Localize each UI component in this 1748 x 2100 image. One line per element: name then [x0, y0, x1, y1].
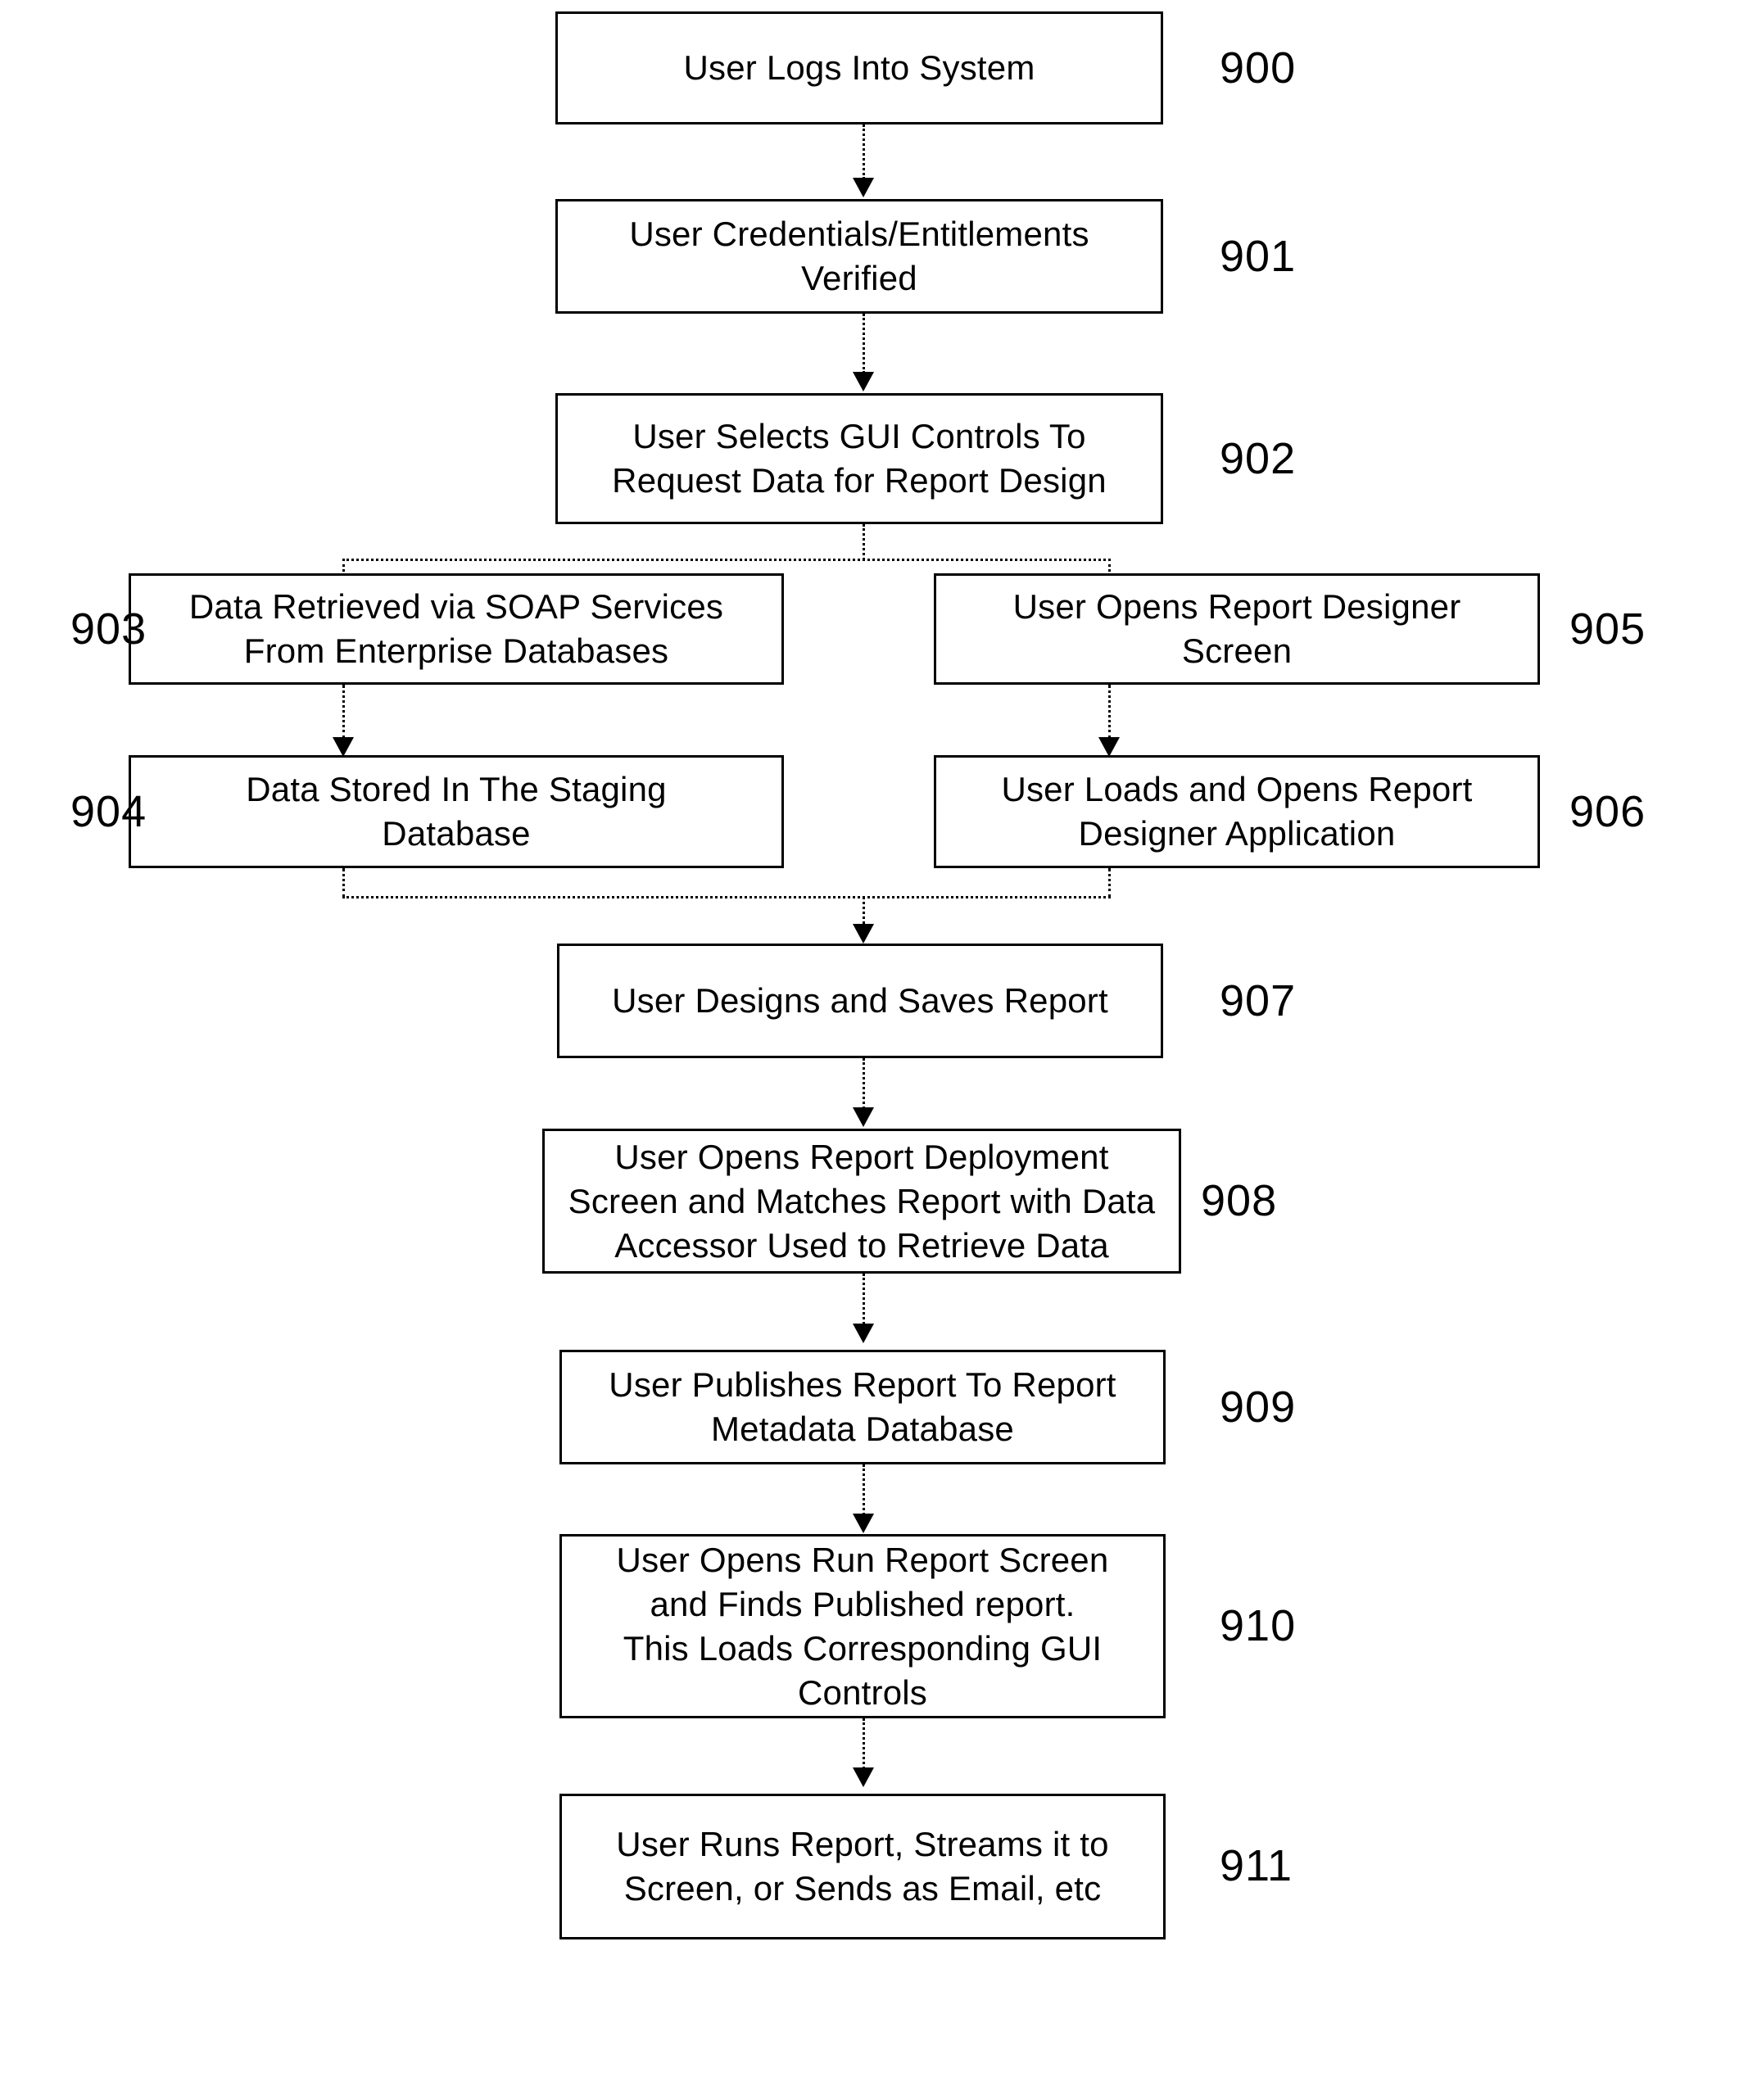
flow-node-901: User Credentials/Entitlements Verified — [555, 199, 1163, 314]
flow-node-910: User Opens Run Report Screen and Finds P… — [559, 1534, 1166, 1718]
connector-905-906 — [1108, 685, 1111, 739]
connector-902-split-stem — [863, 524, 865, 560]
flow-node-900: User Logs Into System — [555, 11, 1163, 124]
flow-ref-909: 909 — [1220, 1383, 1297, 1432]
arrowhead-907-908 — [853, 1107, 874, 1127]
flow-ref-910: 910 — [1220, 1601, 1297, 1650]
arrowhead-900-901 — [853, 178, 874, 197]
arrowhead-908-909 — [853, 1324, 874, 1343]
flow-node-911-text: User Runs Report, Streams it to Screen, … — [616, 1825, 1109, 1908]
flow-node-907: User Designs and Saves Report — [557, 944, 1163, 1058]
connector-908-909 — [863, 1274, 865, 1324]
flow-ref-905: 905 — [1569, 604, 1646, 654]
flow-ref-906: 906 — [1569, 787, 1646, 836]
flow-node-909-text: User Publishes Report To Report Metadata… — [609, 1365, 1116, 1448]
flow-node-905: User Opens Report Designer Screen — [934, 573, 1540, 685]
flow-node-902: User Selects GUI Controls To Request Dat… — [555, 393, 1163, 524]
flow-node-902-text: User Selects GUI Controls To Request Dat… — [612, 417, 1107, 500]
flow-node-910-text: User Opens Run Report Screen and Finds P… — [616, 1540, 1109, 1712]
flow-node-909: User Publishes Report To Report Metadata… — [559, 1350, 1166, 1464]
flow-ref-907: 907 — [1220, 976, 1297, 1025]
connector-merge-bus — [342, 896, 1111, 898]
arrowhead-903-904 — [333, 737, 354, 757]
connector-904-merge — [342, 868, 345, 898]
flow-node-908-text: User Opens Report Deployment Screen and … — [568, 1137, 1156, 1265]
flow-node-906-text: User Loads and Opens Report Designer App… — [1001, 770, 1473, 853]
flow-node-903: Data Retrieved via SOAP Services From En… — [129, 573, 784, 685]
arrowhead-910-911 — [853, 1767, 874, 1787]
flow-node-905-text: User Opens Report Designer Screen — [1012, 587, 1461, 670]
flow-node-900-text: User Logs Into System — [683, 48, 1035, 87]
connector-split-bus — [342, 559, 1111, 561]
connector-903-904 — [342, 685, 345, 739]
flow-ref-908: 908 — [1201, 1176, 1278, 1225]
arrowhead-905-906 — [1098, 737, 1120, 757]
connector-907-908 — [863, 1058, 865, 1109]
flow-node-906: User Loads and Opens Report Designer App… — [934, 755, 1540, 868]
flow-ref-904: 904 — [70, 787, 147, 836]
flow-node-907-text: User Designs and Saves Report — [612, 981, 1108, 1020]
arrowhead-901-902 — [853, 372, 874, 391]
arrowhead-909-910 — [853, 1514, 874, 1533]
connector-910-911 — [863, 1718, 865, 1769]
flow-ref-903: 903 — [70, 604, 147, 654]
connector-900-901 — [863, 124, 865, 179]
arrowhead-merge-907 — [853, 924, 874, 944]
flow-node-904: Data Stored In The Staging Database — [129, 755, 784, 868]
flow-node-911: User Runs Report, Streams it to Screen, … — [559, 1794, 1166, 1939]
flow-node-904-text: Data Stored In The Staging Database — [246, 770, 667, 853]
flow-node-903-text: Data Retrieved via SOAP Services From En… — [188, 587, 724, 670]
flow-ref-900: 900 — [1220, 43, 1297, 93]
flow-ref-911: 911 — [1220, 1841, 1293, 1890]
flowchart-figure: User Logs Into System 900 User Credentia… — [0, 0, 1748, 2100]
flow-ref-902: 902 — [1220, 434, 1297, 483]
flow-node-901-text: User Credentials/Entitlements Verified — [629, 215, 1089, 297]
connector-906-merge — [1108, 868, 1111, 898]
flow-node-908: User Opens Report Deployment Screen and … — [542, 1129, 1181, 1274]
connector-909-910 — [863, 1464, 865, 1515]
flow-ref-901: 901 — [1220, 232, 1297, 281]
connector-901-902 — [863, 314, 865, 373]
